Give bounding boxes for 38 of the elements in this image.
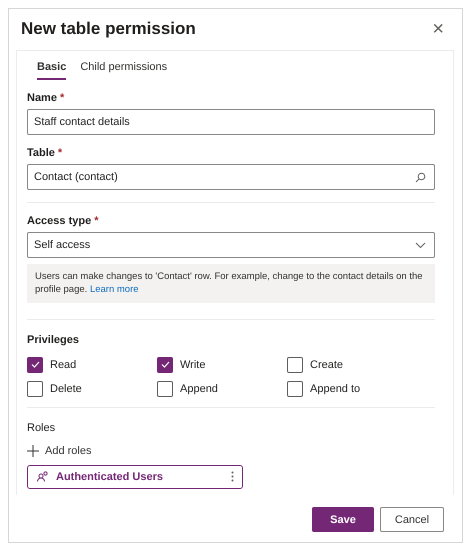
table-lookup-field[interactable]: Contact (contact): [27, 164, 435, 190]
chevron-down-icon: [415, 242, 426, 248]
tab[interactable]: Child permissions: [80, 61, 168, 80]
access-type-label: Access type *: [27, 215, 100, 227]
checkmark-icon: [160, 361, 170, 368]
checkbox[interactable]: [157, 380, 173, 397]
people-icon: [37, 471, 49, 482]
role-name: Authenticated Users: [56, 470, 164, 483]
checkbox-label: Read: [50, 358, 76, 371]
checkbox[interactable]: [27, 380, 43, 397]
checkmark-icon: [30, 361, 40, 368]
table-label: Table *: [27, 147, 64, 159]
add-roles-button[interactable]: Add roles: [27, 444, 435, 457]
privileges-label: Privileges: [27, 334, 80, 346]
roles-label: Roles: [27, 422, 56, 434]
dialog-title: New table permission: [21, 19, 196, 39]
checkbox-label: Write: [180, 358, 206, 371]
checkbox[interactable]: [27, 356, 43, 373]
tab[interactable]: Basic: [37, 61, 66, 80]
cancel-button[interactable]: Cancel: [380, 507, 444, 532]
plus-icon: [27, 444, 39, 457]
checkbox-label: Append: [180, 382, 218, 395]
checkbox[interactable]: [287, 380, 303, 397]
checkbox[interactable]: [287, 356, 303, 373]
close-button[interactable]: ×: [428, 18, 448, 40]
checkbox[interactable]: [157, 356, 173, 373]
more-icon[interactable]: [231, 471, 234, 482]
learn-more-link[interactable]: Learn more: [90, 284, 139, 296]
name-field[interactable]: Staff contact details: [27, 109, 435, 135]
checkbox-label: Create: [310, 358, 344, 371]
checkbox-label: Delete: [50, 382, 82, 395]
info-text: Users can make changes to 'Contact' row. For example, change to the contact details on the profile page. Learn more: [27, 264, 435, 303]
save-button[interactable]: Save: [312, 507, 374, 532]
name-label: Name *: [27, 92, 66, 104]
search-icon: [415, 172, 426, 182]
checkbox-label: Append to: [310, 382, 360, 395]
role-chip[interactable]: Authenticated Users: [27, 464, 243, 489]
access-type-dropdown[interactable]: Self access: [27, 232, 435, 258]
